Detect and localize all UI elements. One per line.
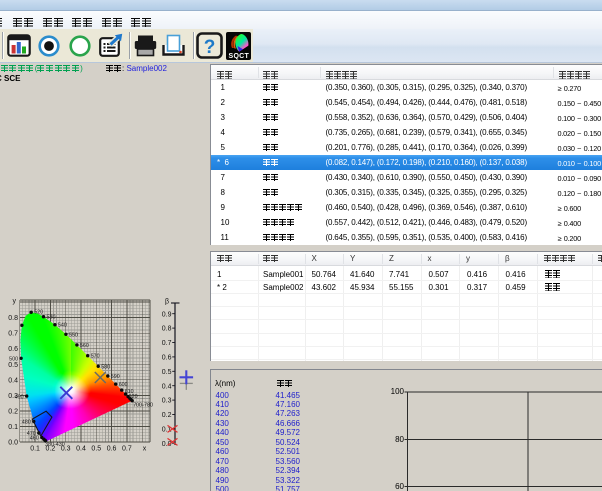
svg-text:380-430: 380-430 <box>45 442 65 448</box>
svg-text:0.5: 0.5 <box>162 369 172 376</box>
svg-text:590: 590 <box>111 374 120 380</box>
svg-text:600: 600 <box>119 382 128 388</box>
svg-text:480: 480 <box>22 420 31 426</box>
svg-text:530: 530 <box>47 315 56 321</box>
svg-text:0.4: 0.4 <box>162 383 172 390</box>
svg-text:620: 620 <box>129 394 138 400</box>
svg-text:0.2: 0.2 <box>162 412 172 419</box>
svg-text:460: 460 <box>30 436 39 442</box>
svg-text:700-780: 700-780 <box>133 403 153 409</box>
svg-text:0.6: 0.6 <box>162 355 172 362</box>
svg-text:560: 560 <box>80 343 89 349</box>
svg-text:0.7: 0.7 <box>162 340 172 347</box>
svg-text:500: 500 <box>9 357 18 363</box>
svg-text:580: 580 <box>101 364 110 370</box>
svg-text:SQCT: SQCT <box>228 53 249 60</box>
svg-text:0.9: 0.9 <box>162 311 172 318</box>
svg-text:490: 490 <box>15 394 24 400</box>
svg-text:520: 520 <box>34 309 43 315</box>
svg-text:0.0: 0.0 <box>162 441 172 448</box>
svg-text:β: β <box>165 298 169 305</box>
svg-text:570: 570 <box>91 354 100 360</box>
svg-text:0.8: 0.8 <box>162 326 172 333</box>
svg-text:550: 550 <box>69 332 78 338</box>
svg-text:540: 540 <box>58 323 67 329</box>
svg-text:?: ? <box>204 37 216 58</box>
svg-text:0.3: 0.3 <box>162 398 172 405</box>
